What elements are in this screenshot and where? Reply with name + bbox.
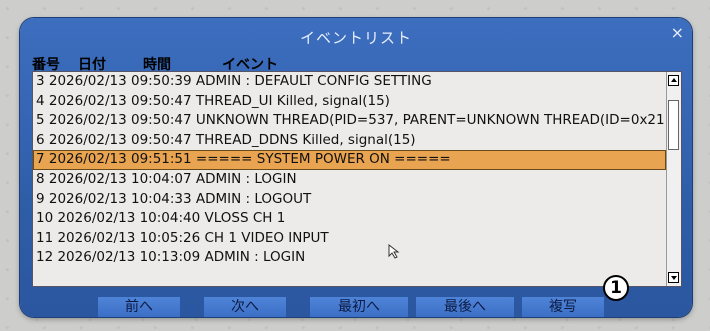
list-item[interactable]: 5 2026/02/13 09:50:47 UNKNOWN THREAD(PID… (33, 111, 666, 131)
close-icon[interactable]: × (671, 23, 684, 42)
button-bar: 前へ 次へ 最初へ 最後へ 複写 (20, 297, 692, 317)
callout-badge: 1 (603, 275, 629, 301)
list-item[interactable]: 10 2026/02/13 10:04:40 VLOSS CH 1 (33, 209, 666, 229)
scroll-thumb[interactable] (668, 100, 679, 150)
list-item[interactable]: 7 2026/02/13 09:51:51 ===== SYSTEM POWER… (33, 150, 666, 170)
event-list[interactable]: 3 2026/02/13 09:50:39 ADMIN : DEFAULT CO… (32, 71, 682, 287)
scroll-down-icon[interactable] (668, 272, 679, 283)
list-item[interactable]: 6 2026/02/13 09:50:47 THREAD_DDNS Killed… (33, 131, 666, 151)
copy-button[interactable]: 複写 (522, 297, 604, 317)
first-button[interactable]: 最初へ (310, 297, 408, 317)
list-item[interactable]: 9 2026/02/13 10:04:33 ADMIN : LOGOUT (33, 190, 666, 210)
scroll-up-icon[interactable] (668, 75, 679, 86)
list-item[interactable]: 11 2026/02/13 10:05:26 CH 1 VIDEO INPUT (33, 229, 666, 249)
list-item[interactable]: 8 2026/02/13 10:04:07 ADMIN : LOGIN (33, 170, 666, 190)
dialog-title: イベントリスト (299, 29, 412, 47)
event-rows: 3 2026/02/13 09:50:39 ADMIN : DEFAULT CO… (33, 72, 666, 268)
next-button[interactable]: 次へ (204, 297, 286, 317)
event-list-dialog: イベントリスト × 番号 日付 時間 イベント 3 2026/02/13 09:… (20, 18, 692, 317)
list-item[interactable]: 3 2026/02/13 09:50:39 ADMIN : DEFAULT CO… (33, 72, 666, 92)
last-button[interactable]: 最後へ (416, 297, 514, 317)
mouse-cursor-icon (388, 244, 400, 259)
list-item[interactable]: 4 2026/02/13 09:50:47 THREAD_UI Killed, … (33, 92, 666, 112)
list-item[interactable]: 12 2026/02/13 10:13:09 ADMIN : LOGIN (33, 248, 666, 268)
prev-button[interactable]: 前へ (98, 297, 180, 317)
scrollbar[interactable] (666, 72, 681, 286)
